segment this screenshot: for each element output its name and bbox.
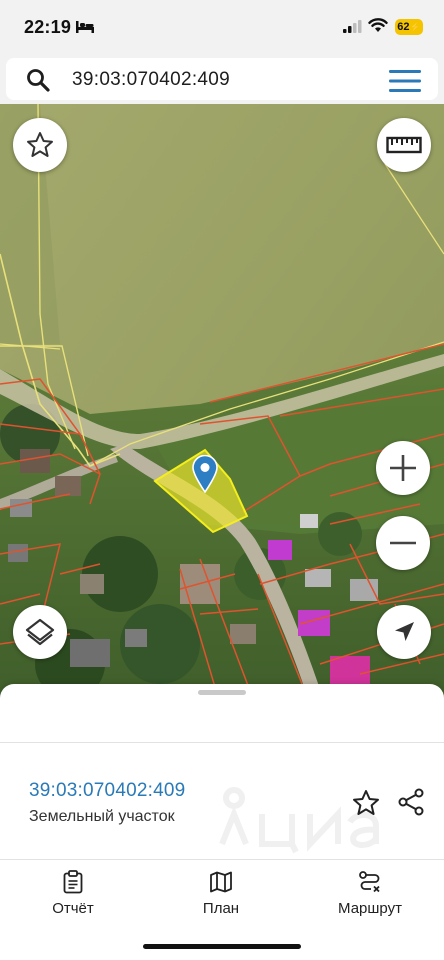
parcel-info-sheet[interactable]: 39:03:070402:409 Земельный участок Отчёт… [0,684,444,960]
wifi-icon [368,18,388,32]
map-view[interactable] [0,104,444,704]
tab-report[interactable]: Отчёт [18,870,128,917]
clipboard-icon [63,870,83,894]
sheet-drag-handle[interactable] [198,690,246,695]
map-icon [210,871,232,893]
share-icon[interactable] [396,787,426,817]
divider [0,742,444,743]
favorite-icon[interactable] [351,788,381,818]
ruler-button[interactable] [377,118,431,172]
layers-button[interactable] [13,605,67,659]
my-location-button[interactable] [377,605,431,659]
search-bar[interactable]: 39:03:070402:409 [6,58,438,100]
battery-level: 62 [397,21,410,33]
status-bar: 22:19 62⚡ [0,0,444,54]
minus-icon [390,541,416,545]
ruler-icon [386,136,422,154]
route-icon [359,871,380,893]
tab-report-label: Отчёт [52,900,94,917]
menu-icon[interactable] [389,70,421,92]
battery-icon: 62⚡ [395,19,423,35]
search-area: 39:03:070402:409 [0,54,444,104]
signal-icon [343,20,362,33]
navigation-arrow-icon [395,622,414,641]
parcel-type: Земельный участок [29,808,175,825]
zoom-out-button[interactable] [376,516,430,570]
status-time: 22:19 [24,17,72,37]
layers-icon [25,618,55,646]
tab-route[interactable]: Маршрут [315,870,425,917]
bed-icon [76,21,94,33]
search-icon[interactable] [26,68,50,92]
location-pin-icon[interactable] [192,455,218,493]
home-indicator[interactable] [143,944,301,949]
divider [0,859,444,860]
search-input[interactable]: 39:03:070402:409 [72,69,230,91]
tab-route-label: Маршрут [338,900,402,917]
tab-plan-label: План [202,900,240,917]
tab-plan[interactable]: План [166,870,276,917]
zoom-in-button[interactable] [376,441,430,495]
satellite-map[interactable] [0,104,444,704]
map-favorite-button[interactable] [13,118,67,172]
star-icon [27,132,53,157]
parcel-cadastral-number[interactable]: 39:03:070402:409 [29,780,185,802]
plus-icon [390,455,416,481]
